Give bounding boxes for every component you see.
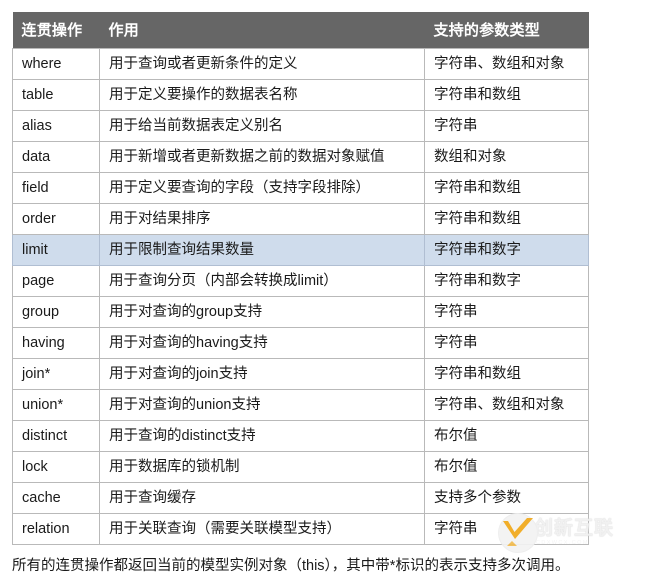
cell-parameter-types: 字符串和数字 — [424, 234, 589, 266]
cell-description: 用于查询缓存 — [99, 482, 425, 514]
cell-parameter-types: 字符串 — [424, 327, 589, 359]
cell-description: 用于对查询的union支持 — [99, 389, 425, 421]
cell-parameter-types: 字符串、数组和对象 — [424, 389, 589, 421]
cell-operation: distinct — [12, 420, 100, 452]
table-row[interactable]: distinct 用于查询的distinct支持 布尔值 — [12, 420, 589, 452]
cell-parameter-types: 字符串和数组 — [424, 358, 589, 390]
cell-description: 用于限制查询结果数量 — [99, 234, 425, 266]
table-header: 连贯操作 作用 支持的参数类型 — [12, 12, 589, 49]
cell-parameter-types: 字符串 — [424, 513, 589, 545]
cell-operation: union* — [12, 389, 100, 421]
cell-parameter-types: 支持多个参数 — [424, 482, 589, 514]
table-row[interactable]: table 用于定义要操作的数据表名称 字符串和数组 — [12, 79, 589, 111]
table-row[interactable]: page 用于查询分页（内部会转换成limit） 字符串和数字 — [12, 265, 589, 297]
table-row[interactable]: join* 用于对查询的join支持 字符串和数组 — [12, 358, 589, 390]
cell-parameter-types: 布尔值 — [424, 420, 589, 452]
table-row[interactable]: data 用于新增或者更新数据之前的数据对象赋值 数组和对象 — [12, 141, 589, 173]
cell-description: 用于给当前数据表定义别名 — [99, 110, 425, 142]
cell-operation: group — [12, 296, 100, 328]
cell-description: 用于定义要查询的字段（支持字段排除） — [99, 172, 425, 204]
cell-description: 用于对查询的group支持 — [99, 296, 425, 328]
table-body: where 用于查询或者更新条件的定义 字符串、数组和对象 table 用于定义要操作的… — [12, 48, 589, 545]
cell-operation: limit — [12, 234, 100, 266]
table-row[interactable]: where 用于查询或者更新条件的定义 字符串、数组和对象 — [12, 48, 589, 80]
table-row[interactable]: cache 用于查询缓存 支持多个参数 — [12, 482, 589, 514]
table-header-row: 连贯操作 作用 支持的参数类型 — [12, 12, 589, 49]
cell-description: 用于数据库的锁机制 — [99, 451, 425, 483]
table-footnote: 所有的连贯操作都返回当前的模型实例对象（this），其中带*标识的表示支持多次调… — [12, 558, 570, 574]
cell-parameter-types: 布尔值 — [424, 451, 589, 483]
cell-parameter-types: 字符串和数组 — [424, 203, 589, 235]
cell-operation: order — [12, 203, 100, 235]
column-header-operation: 连贯操作 — [12, 12, 100, 49]
cell-description: 用于新增或者更新数据之前的数据对象赋值 — [99, 141, 425, 173]
cell-operation: alias — [12, 110, 100, 142]
cell-description: 用于对查询的join支持 — [99, 358, 425, 390]
cell-description: 用于对查询的having支持 — [99, 327, 425, 359]
cell-operation: where — [12, 48, 100, 80]
cell-operation: lock — [12, 451, 100, 483]
cell-description: 用于查询或者更新条件的定义 — [99, 48, 425, 80]
cell-parameter-types: 字符串和数组 — [424, 79, 589, 111]
table-row[interactable]: lock 用于数据库的锁机制 布尔值 — [12, 451, 589, 483]
fluent-operations-table-container: 连贯操作 作用 支持的参数类型 where 用于查询或者更新条件的定义 字符串、数组… — [12, 12, 589, 545]
cell-operation: field — [12, 172, 100, 204]
table-row[interactable]: union* 用于对查询的union支持 字符串、数组和对象 — [12, 389, 589, 421]
cell-description: 用于对结果排序 — [99, 203, 425, 235]
cell-parameter-types: 字符串、数组和对象 — [424, 48, 589, 80]
cell-description: 用于定义要操作的数据表名称 — [99, 79, 425, 111]
page-root: 连贯操作 作用 支持的参数类型 where 用于查询或者更新条件的定义 字符串、数组… — [0, 0, 654, 578]
cell-parameter-types: 数组和对象 — [424, 141, 589, 173]
cell-parameter-types: 字符串 — [424, 110, 589, 142]
cell-operation: join* — [12, 358, 100, 390]
table-row[interactable]: alias 用于给当前数据表定义别名 字符串 — [12, 110, 589, 142]
cell-description: 用于查询分页（内部会转换成limit） — [99, 265, 425, 297]
table-row[interactable]: group 用于对查询的group支持 字符串 — [12, 296, 589, 328]
table-row[interactable]: field 用于定义要查询的字段（支持字段排除） 字符串和数组 — [12, 172, 589, 204]
cell-operation: cache — [12, 482, 100, 514]
column-header-description: 作用 — [99, 12, 425, 49]
table-row[interactable]: relation 用于关联查询（需要关联模型支持） 字符串 — [12, 513, 589, 545]
cell-operation: table — [12, 79, 100, 111]
cell-operation: relation — [12, 513, 100, 545]
table-row[interactable]: having 用于对查询的having支持 字符串 — [12, 327, 589, 359]
cell-description: 用于关联查询（需要关联模型支持） — [99, 513, 425, 545]
cell-operation: data — [12, 141, 100, 173]
cell-parameter-types: 字符串和数组 — [424, 172, 589, 204]
cell-parameter-types: 字符串 — [424, 296, 589, 328]
table-row[interactable]: order 用于对结果排序 字符串和数组 — [12, 203, 589, 235]
table-row[interactable]: limit 用于限制查询结果数量 字符串和数字 — [12, 234, 589, 266]
fluent-operations-table: 连贯操作 作用 支持的参数类型 where 用于查询或者更新条件的定义 字符串、数组… — [12, 12, 589, 545]
cell-operation: page — [12, 265, 100, 297]
cell-parameter-types: 字符串和数字 — [424, 265, 589, 297]
cell-operation: having — [12, 327, 100, 359]
cell-description: 用于查询的distinct支持 — [99, 420, 425, 452]
column-header-parameter-types: 支持的参数类型 — [424, 12, 589, 49]
